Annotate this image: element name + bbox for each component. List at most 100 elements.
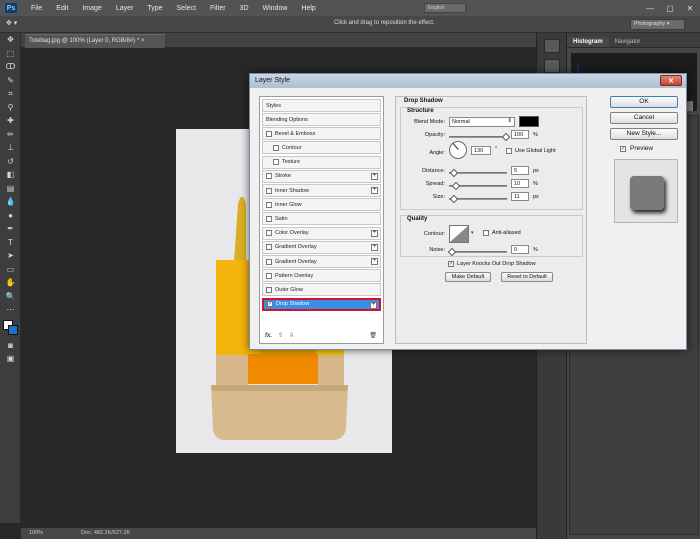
style-item-gradient-overlay[interactable]: Gradient Overlay + (262, 240, 381, 254)
style-checkbox[interactable] (266, 187, 272, 194)
zoom-tool-icon[interactable]: 🔍 (0, 290, 21, 304)
distance-slider-thumb[interactable] (449, 168, 459, 178)
menu-window[interactable]: Window (256, 5, 295, 12)
lasso-tool-icon[interactable]: ↀ (0, 60, 21, 74)
dialog-titlebar[interactable]: Layer Style ✕ (250, 74, 686, 88)
style-checkbox[interactable] (266, 258, 272, 265)
crop-tool-icon[interactable]: ⌗ (0, 87, 21, 101)
move-tool-icon[interactable]: ✥ (0, 33, 21, 47)
trash-icon[interactable]: 🗑 (369, 332, 377, 339)
menu-image[interactable]: Image (75, 5, 108, 12)
style-item-bevel-emboss[interactable]: Bevel & Emboss (262, 127, 381, 141)
add-effect-icon[interactable]: + (371, 229, 378, 237)
style-checkbox[interactable] (266, 286, 272, 293)
menu-edit[interactable]: Edit (49, 5, 75, 12)
opacity-slider-thumb[interactable] (501, 132, 511, 142)
style-item-blending-options[interactable]: Blending Options (262, 113, 381, 126)
opacity-slider[interactable] (449, 132, 511, 142)
style-item-pattern-overlay[interactable]: Pattern Overlay (262, 269, 381, 283)
zoom-level[interactable]: 100% (29, 530, 43, 536)
fx-icon[interactable]: fx. (265, 333, 272, 339)
style-checkbox[interactable]: ✓ (267, 301, 273, 308)
tab-histogram[interactable]: Histogram (567, 37, 609, 47)
tab-navigator[interactable]: Navigator (609, 37, 647, 47)
properties-panel-icon[interactable] (544, 59, 560, 73)
more-tools-icon[interactable]: ⋯ (0, 303, 21, 317)
dodge-tool-icon[interactable]: ● (0, 209, 21, 223)
noise-field[interactable]: 0 (511, 245, 529, 254)
preview-checkbox[interactable]: ✓ (620, 146, 626, 152)
workspace-switcher[interactable]: Photography ▾ (630, 19, 685, 30)
marquee-tool-icon[interactable]: ⬚ (0, 47, 21, 61)
add-effect-icon[interactable]: + (371, 172, 378, 180)
eyedropper-tool-icon[interactable]: ⚲ (0, 101, 21, 115)
shadow-color-swatch[interactable] (519, 116, 539, 127)
noise-slider-thumb[interactable] (447, 247, 457, 257)
add-effect-icon[interactable]: + (371, 187, 378, 194)
path-selection-tool-icon[interactable]: ➤ (0, 249, 21, 263)
gradient-tool-icon[interactable]: ▤ (0, 182, 21, 196)
style-checkbox[interactable] (273, 159, 279, 166)
anti-aliased-checkbox[interactable] (483, 230, 489, 236)
add-effect-icon[interactable]: + (371, 258, 378, 265)
maximize-button[interactable]: ▢ (660, 0, 680, 16)
quick-select-tool-icon[interactable]: ✎ (0, 74, 21, 88)
type-tool-icon[interactable]: T (0, 236, 21, 250)
move-down-icon[interactable]: ⇩ (289, 332, 294, 339)
contour-dropdown-icon[interactable]: ▾ (471, 230, 474, 236)
menu-help[interactable]: Help (294, 5, 322, 12)
style-checkbox[interactable] (266, 215, 272, 222)
distance-slider[interactable] (449, 168, 507, 178)
history-brush-tool-icon[interactable]: ↺ (0, 155, 21, 169)
style-item-contour[interactable]: Contour (262, 141, 381, 155)
use-global-light-checkbox[interactable] (506, 148, 512, 154)
style-checkbox[interactable] (266, 230, 272, 237)
spread-slider-thumb[interactable] (451, 181, 461, 191)
spread-field[interactable]: 10 (511, 179, 529, 188)
style-checkbox[interactable] (266, 244, 272, 251)
screen-mode-icon[interactable]: ▣ (0, 352, 21, 366)
quick-mask-icon[interactable]: ◙ (0, 339, 21, 353)
dialog-close-button[interactable]: ✕ (660, 75, 682, 86)
spread-slider[interactable] (449, 181, 507, 191)
menu-file[interactable]: File (24, 5, 49, 12)
style-item-stroke[interactable]: Stroke + (262, 169, 381, 183)
style-item-outer-glow[interactable]: Outer Glow (262, 283, 381, 297)
styles-header[interactable]: Styles (262, 99, 381, 112)
language-indicator[interactable]: English (424, 3, 466, 13)
ok-button[interactable]: OK (610, 96, 678, 108)
size-slider[interactable] (449, 194, 507, 204)
clone-stamp-tool-icon[interactable]: ⊥ (0, 141, 21, 155)
style-item-gradient-overlay[interactable]: Gradient Overlay + (262, 255, 381, 268)
history-panel-icon[interactable] (544, 39, 560, 53)
reset-to-default-button[interactable]: Reset to Default (501, 272, 553, 282)
style-item-texture[interactable]: Texture (262, 155, 381, 169)
style-checkbox[interactable] (266, 201, 272, 208)
blend-mode-select[interactable]: Normal ⇕ (449, 117, 515, 127)
noise-slider[interactable] (447, 247, 507, 257)
style-item-drop-shadow[interactable]: ✓ Drop Shadow + (262, 297, 381, 311)
menu-3d[interactable]: 3D (233, 5, 256, 12)
size-slider-thumb[interactable] (449, 194, 459, 204)
close-window-button[interactable]: ✕ (680, 0, 700, 16)
opacity-field[interactable]: 100 (511, 130, 529, 139)
style-checkbox[interactable] (266, 272, 272, 279)
angle-field[interactable]: 130 (471, 146, 491, 155)
size-field[interactable]: 11 (511, 192, 529, 201)
knocks-out-checkbox[interactable]: ✓ (448, 261, 454, 267)
pen-tool-icon[interactable]: ✒ (0, 222, 21, 236)
eraser-tool-icon[interactable]: ◧ (0, 168, 21, 182)
move-up-icon[interactable]: ⇧ (278, 332, 283, 339)
healing-brush-tool-icon[interactable]: ✚ (0, 114, 21, 128)
rectangle-tool-icon[interactable]: ▭ (0, 263, 21, 277)
style-checkbox[interactable] (266, 173, 272, 180)
document-tab[interactable]: Totebag.jpg @ 100% (Layer 0, RGB/8#) * × (25, 34, 165, 48)
add-effect-icon[interactable]: + (371, 243, 378, 251)
hand-tool-icon[interactable]: ✋ (0, 276, 21, 290)
distance-field[interactable]: 5 (511, 166, 529, 175)
brush-tool-icon[interactable]: ✏ (0, 128, 21, 142)
blur-tool-icon[interactable]: 💧 (0, 195, 21, 209)
tool-preset-picker[interactable]: ✥ ▾ (6, 19, 17, 27)
style-item-satin[interactable]: Satin (262, 212, 381, 226)
contour-picker[interactable] (449, 225, 469, 243)
